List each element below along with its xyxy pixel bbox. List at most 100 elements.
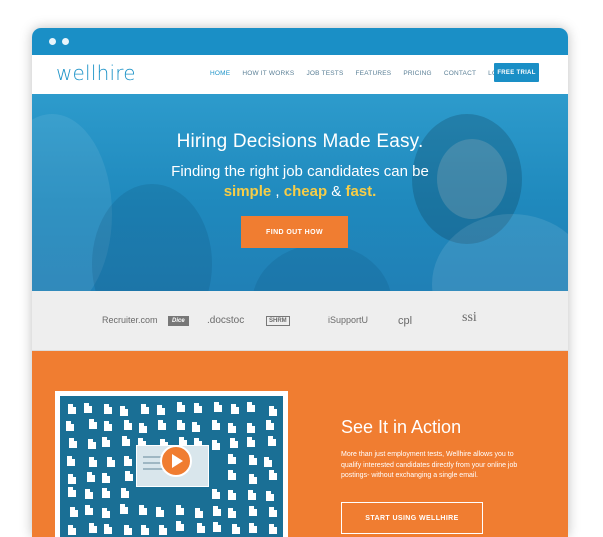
document-icon <box>214 402 222 412</box>
hero-subtitle: Finding the right job candidates can be … <box>32 162 568 202</box>
document-icon <box>194 403 202 413</box>
document-icon <box>266 491 274 501</box>
document-icon <box>102 473 110 483</box>
document-icon <box>213 506 221 516</box>
document-icon <box>124 420 132 430</box>
document-icon <box>141 525 149 535</box>
document-icon <box>228 454 236 464</box>
hero-separator: & <box>327 183 346 200</box>
document-icon <box>156 507 164 517</box>
document-icon <box>230 438 238 448</box>
document-icon <box>269 470 277 480</box>
client-logo-recruiter: Recruiter.com <box>102 315 158 325</box>
document-icon <box>68 474 76 484</box>
client-logo-shrm: SHRM <box>266 316 290 326</box>
hero-word-simple: simple <box>223 183 272 200</box>
window-dot-icon <box>49 38 56 45</box>
nav-item-home[interactable]: HOME <box>210 70 230 77</box>
document-icon <box>212 420 220 430</box>
document-icon <box>69 438 77 448</box>
see-it-in-action-section: See It in Action More than just employme… <box>32 351 568 537</box>
document-icon <box>107 457 115 467</box>
nav-menu: HOME HOW IT WORKS JOB TESTS FEATURES PRI… <box>210 70 523 77</box>
document-icon <box>212 489 220 499</box>
document-icon <box>159 525 167 535</box>
video-thumbnail[interactable] <box>60 396 283 537</box>
document-icon <box>264 457 272 467</box>
document-icon <box>84 403 92 413</box>
document-icon <box>85 505 93 515</box>
client-logo-docstoc: .docstoc <box>207 315 245 326</box>
client-logo-ssi: ssi <box>462 310 477 325</box>
document-icon <box>68 487 76 497</box>
document-icon <box>102 488 110 498</box>
document-icon <box>249 474 257 484</box>
document-icon <box>124 525 132 535</box>
hero-word-cheap: cheap <box>283 183 328 200</box>
document-icon <box>139 505 147 515</box>
client-logo-dice: Dice <box>168 316 189 326</box>
document-icon <box>121 488 129 498</box>
document-icon <box>102 508 110 518</box>
document-icon <box>68 404 76 414</box>
document-icon <box>268 436 276 446</box>
document-icon <box>269 406 277 416</box>
document-icon <box>266 420 274 430</box>
document-icon <box>67 456 75 466</box>
nav-item-job-tests[interactable]: JOB TESTS <box>306 70 343 77</box>
free-trial-button[interactable]: FREE TRIAL <box>494 63 539 82</box>
client-logo-cpl: cpl <box>398 315 413 327</box>
document-icon <box>85 489 93 499</box>
nav-item-how-it-works[interactable]: HOW IT WORKS <box>242 70 294 77</box>
top-nav: wellhire HOME HOW IT WORKS JOB TESTS FEA… <box>32 55 568 94</box>
hero-title: Hiring Decisions Made Easy. <box>176 131 424 152</box>
document-icon <box>177 402 185 412</box>
document-icon <box>247 423 255 433</box>
document-icon <box>66 421 74 431</box>
document-icon <box>139 423 147 433</box>
document-icon <box>87 472 95 482</box>
find-out-how-button[interactable]: FIND OUT HOW <box>241 216 348 248</box>
document-icon <box>192 422 200 432</box>
document-icon <box>212 440 220 450</box>
window-dot-icon <box>62 38 69 45</box>
document-icon <box>228 470 236 480</box>
start-using-wellhire-button[interactable]: START USING WELLHIRE <box>341 502 483 534</box>
document-icon <box>141 404 149 414</box>
logo[interactable]: wellhire <box>56 61 136 85</box>
document-icon <box>231 404 239 414</box>
nav-item-pricing[interactable]: PRICING <box>403 70 432 77</box>
section-text: More than just employment tests, Wellhir… <box>341 451 518 479</box>
hero-separator: , <box>271 183 284 200</box>
hero-subtitle-line: Finding the right job candidates can be <box>171 163 429 180</box>
document-icon <box>249 523 257 533</box>
hero-word-fast: fast. <box>345 183 377 200</box>
nav-item-contact[interactable]: CONTACT <box>444 70 476 77</box>
document-icon <box>89 457 97 467</box>
document-icon <box>120 406 128 416</box>
hero-background-person <box>252 244 392 291</box>
document-icon <box>228 490 236 500</box>
document-icon <box>269 507 277 517</box>
play-icon[interactable] <box>160 445 192 477</box>
nav-item-features[interactable]: FEATURES <box>356 70 392 77</box>
document-icon <box>70 507 78 517</box>
document-icon <box>104 421 112 431</box>
document-icon <box>157 405 165 415</box>
document-icon <box>120 504 128 514</box>
window-chrome <box>32 28 568 55</box>
document-icon <box>68 525 76 535</box>
document-icon <box>102 437 110 447</box>
document-icon <box>176 521 184 531</box>
client-logo-isupportu: iSupportU <box>328 315 369 325</box>
document-icon <box>269 524 277 534</box>
document-icon <box>195 508 203 518</box>
document-icon <box>89 523 97 533</box>
document-icon <box>248 490 256 500</box>
document-icon <box>125 471 133 481</box>
document-icon <box>228 508 236 518</box>
section-title: See It in Action <box>341 417 462 437</box>
client-logos-bar: Recruiter.com Dice .docstoc SHRM iSuppor… <box>32 291 568 351</box>
document-icon <box>88 439 96 449</box>
document-icon <box>104 524 112 534</box>
